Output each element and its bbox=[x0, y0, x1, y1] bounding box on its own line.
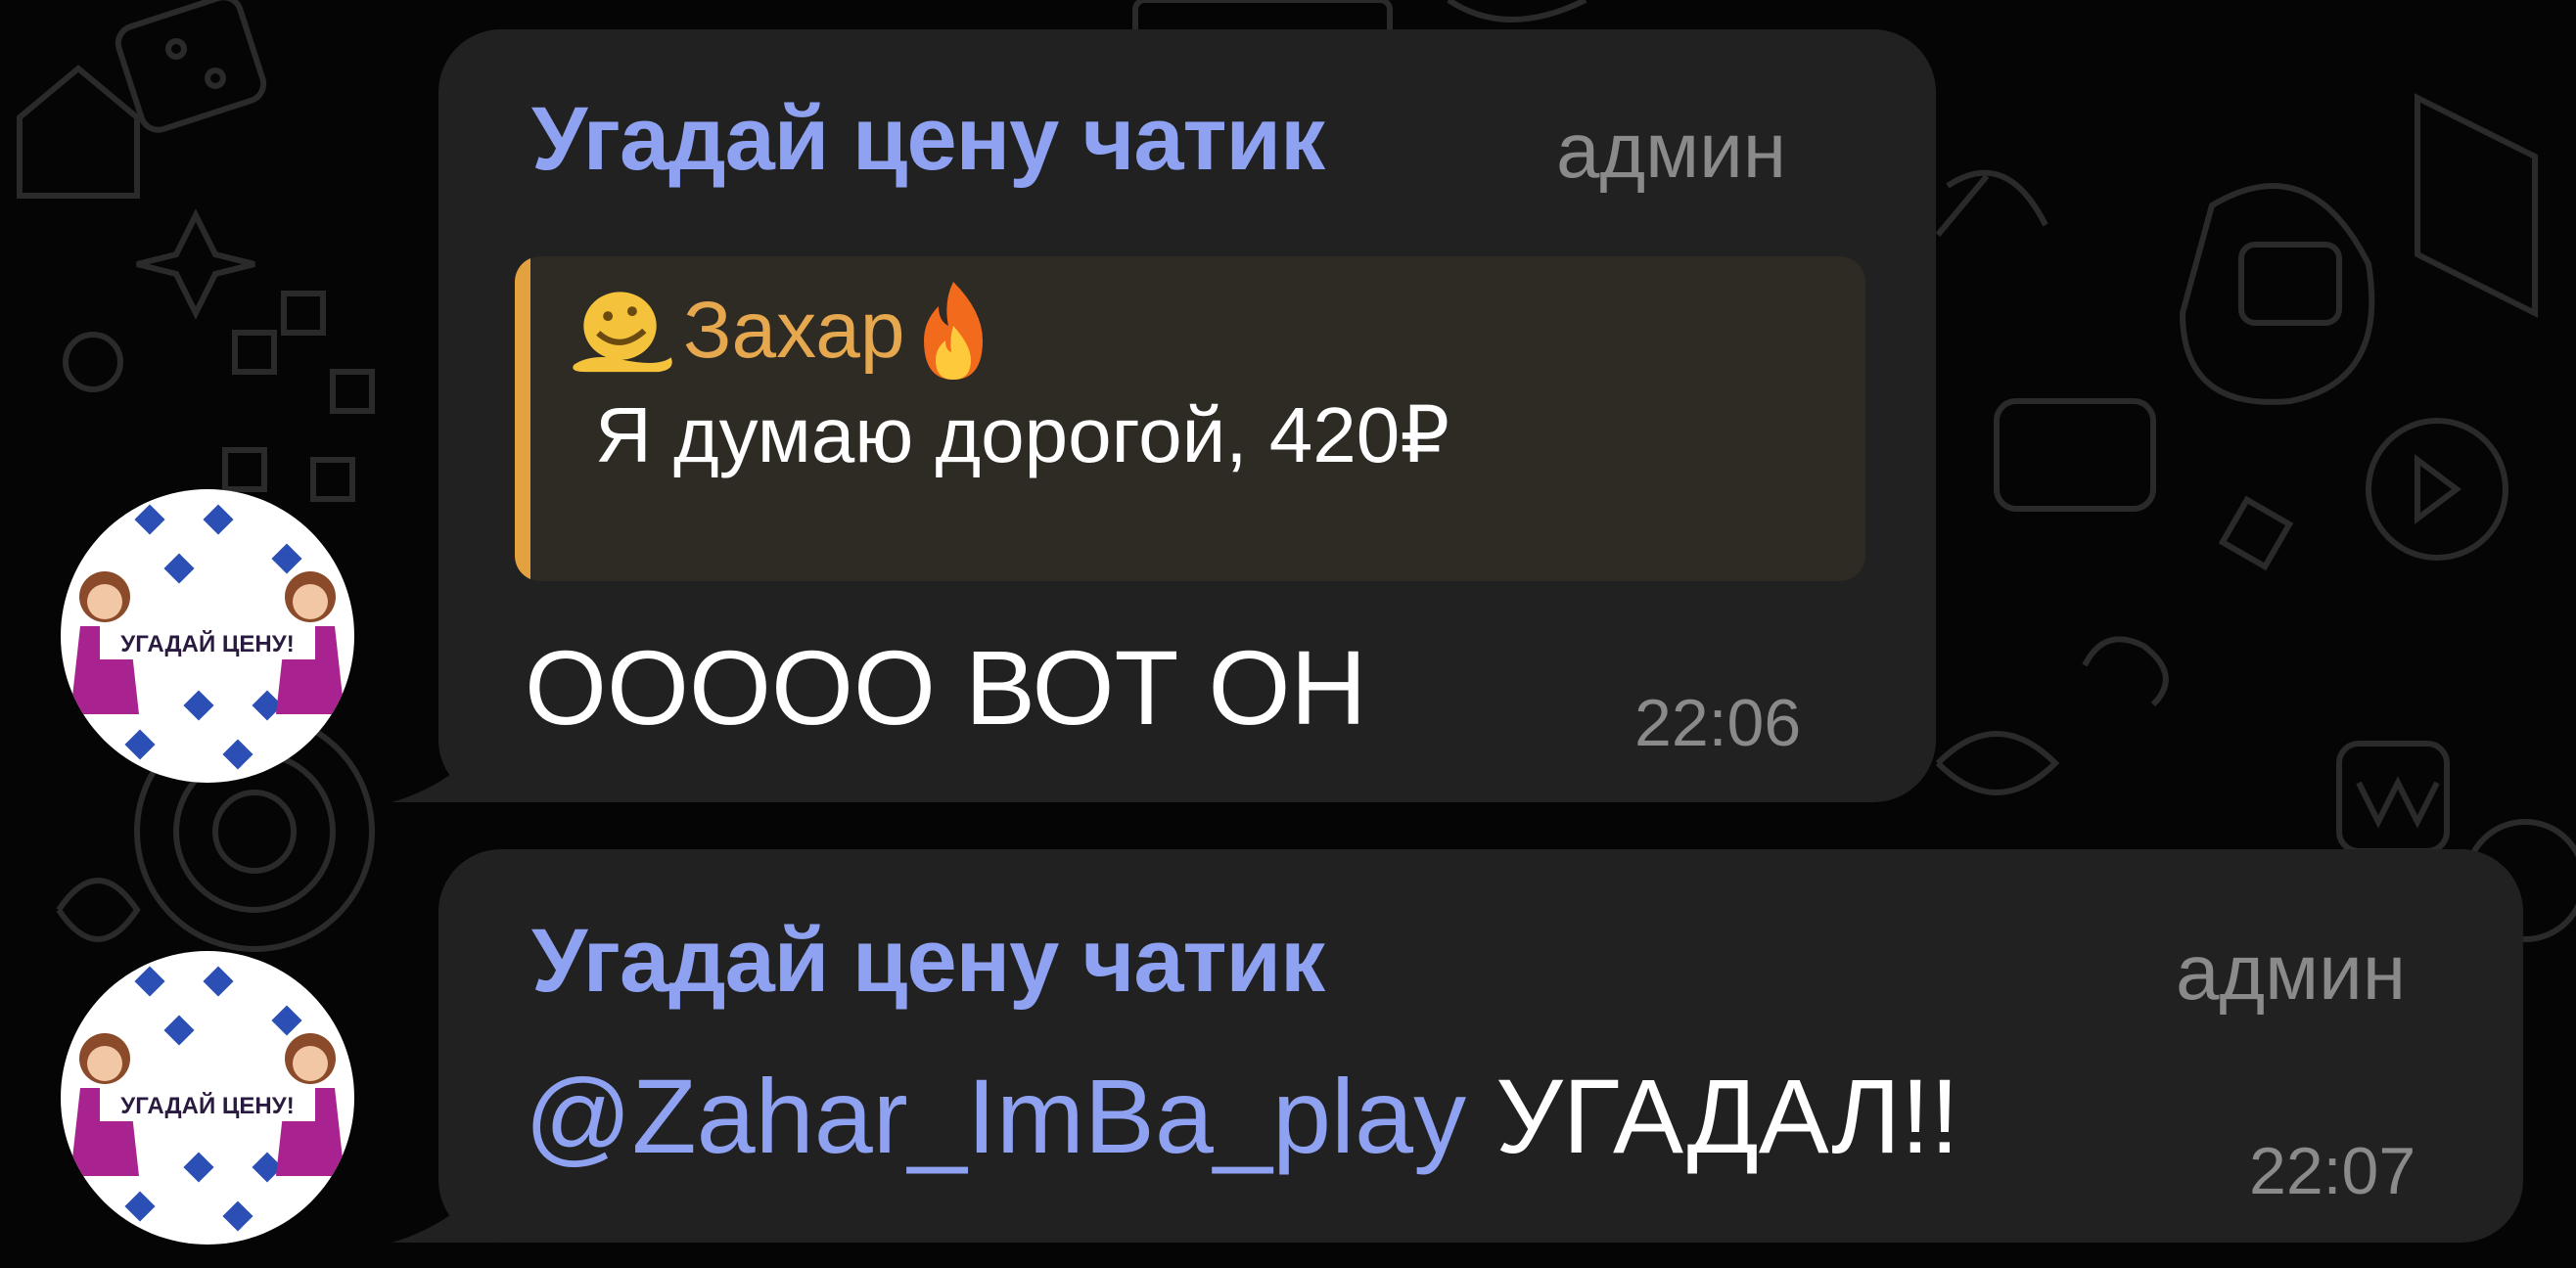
avatar-label: УГАДАЙ ЦЕНУ! bbox=[120, 630, 294, 657]
message-time: 22:06 bbox=[1634, 686, 1802, 760]
reply-text: Я думаю дорогой, 420₽ bbox=[595, 391, 1450, 478]
reply-accent-bar bbox=[515, 256, 530, 581]
reply-quote[interactable]: Захар Я думаю дорогой, 420₽ bbox=[515, 256, 1865, 581]
message-text: @Zahar_ImBa_play УГАДАЛ!! bbox=[525, 1055, 1959, 1177]
mention-link[interactable]: @Zahar_ImBa_play bbox=[525, 1057, 1466, 1175]
melting-face-icon bbox=[573, 292, 672, 373]
message-text-body: УГАДАЛ!! bbox=[1466, 1057, 1960, 1175]
avatar-label: УГАДАЙ ЦЕНУ! bbox=[120, 1092, 294, 1119]
avatar[interactable]: УГАДАЙ ЦЕНУ! bbox=[61, 951, 354, 1245]
admin-badge: админ bbox=[1556, 107, 1787, 194]
message-bubble[interactable]: Угадай цену чатик админ Захар Я думаю до… bbox=[438, 29, 1936, 802]
avatar-image: УГАДАЙ ЦЕНУ! bbox=[70, 966, 345, 1232]
message-time: 22:07 bbox=[2249, 1134, 2416, 1208]
fire-icon bbox=[924, 282, 984, 380]
reply-author: Захар bbox=[562, 270, 1002, 391]
reply-author-name: Захар bbox=[683, 286, 905, 375]
avatar[interactable]: УГАДАЙ ЦЕНУ! bbox=[61, 489, 354, 783]
admin-badge: админ bbox=[2176, 928, 2407, 1016]
message-bubble[interactable]: Угадай цену чатик админ @Zahar_ImBa_play… bbox=[438, 849, 2523, 1243]
message-text: ООООО ВОТ ОН bbox=[525, 628, 1367, 747]
sender-name[interactable]: Угадай цену чатик bbox=[531, 910, 1325, 1013]
avatar-image: УГАДАЙ ЦЕНУ! bbox=[70, 504, 345, 770]
sender-name[interactable]: Угадай цену чатик bbox=[531, 88, 1325, 191]
